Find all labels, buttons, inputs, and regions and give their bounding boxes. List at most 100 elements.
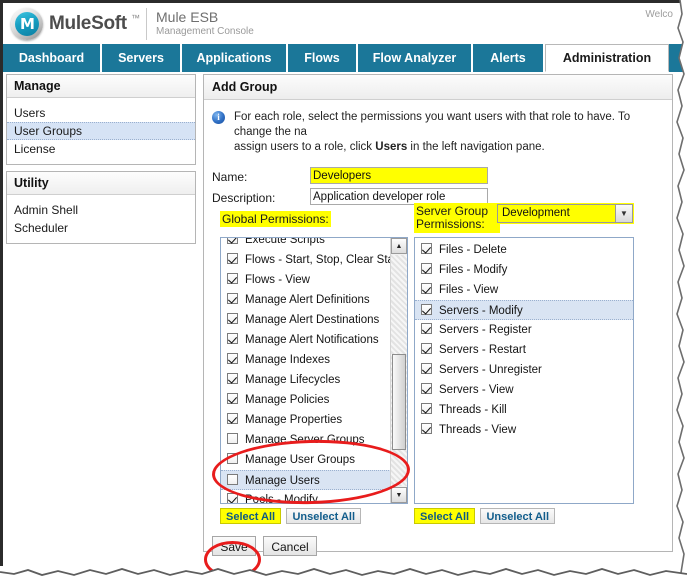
checkbox-unchecked-icon[interactable] (227, 474, 238, 485)
global-permission-item[interactable]: Pools - Modify (221, 490, 391, 503)
checkbox-checked-icon[interactable] (227, 237, 238, 244)
checkbox-checked-icon[interactable] (227, 273, 238, 284)
sidebar-item-user-groups[interactable]: User Groups (7, 122, 195, 140)
checkbox-checked-icon[interactable] (227, 393, 238, 404)
checkbox-checked-icon[interactable] (227, 313, 238, 324)
tab-administration[interactable]: Administration (545, 44, 669, 72)
tab-flows[interactable]: Flows (288, 44, 358, 72)
global-permission-item[interactable]: Flows - Start, Stop, Clear Statist (221, 250, 391, 270)
tab-applications[interactable]: Applications (182, 44, 288, 72)
checkbox-checked-icon[interactable] (227, 493, 238, 503)
global-permission-item-label: Manage Alert Notifications (245, 334, 379, 346)
global-permission-item-label: Manage Lifecycles (245, 374, 340, 386)
checkbox-checked-icon[interactable] (421, 263, 432, 274)
tab-applications-label: Applications (196, 51, 271, 65)
checkbox-checked-icon[interactable] (421, 423, 432, 434)
server-group-permission-item[interactable]: Files - Delete (415, 240, 633, 260)
tab-dashboard[interactable]: Dashboard (3, 44, 102, 72)
checkbox-checked-icon[interactable] (227, 333, 238, 344)
global-permission-item[interactable]: Manage Alert Destinations (221, 310, 391, 330)
checkbox-checked-icon[interactable] (421, 243, 432, 254)
global-permission-item-label: Manage Policies (245, 394, 329, 406)
checkbox-checked-icon[interactable] (227, 413, 238, 424)
name-label: Name: (212, 170, 247, 184)
server-group-unselect-all-button[interactable]: Unselect All (480, 508, 555, 524)
sidebar-item-users-label: Users (14, 106, 45, 120)
global-permission-item[interactable]: Manage User Groups (221, 450, 391, 470)
tab-servers-label: Servers (118, 51, 164, 65)
logo-m-glyph: M (11, 8, 43, 40)
global-permission-item[interactable]: Manage Users (221, 470, 391, 490)
global-permission-item[interactable]: Manage Indexes (221, 350, 391, 370)
tab-servers[interactable]: Servers (102, 44, 182, 72)
checkbox-checked-icon[interactable] (421, 383, 432, 394)
server-group-permission-item[interactable]: Servers - Unregister (415, 360, 633, 380)
checkbox-unchecked-icon[interactable] (227, 453, 238, 464)
global-permissions-list-items: Execute Scripts Flows - Start, Stop, Clea… (221, 237, 391, 503)
checkbox-checked-icon[interactable] (421, 283, 432, 294)
cancel-button[interactable]: Cancel (263, 536, 316, 556)
checkbox-checked-icon[interactable] (227, 253, 238, 264)
server-group-dropdown[interactable]: Development ▼ (496, 203, 634, 224)
global-permissions-scrollbar[interactable]: ▲ ▼ (390, 238, 407, 503)
global-permission-item[interactable]: Manage Alert Definitions (221, 290, 391, 310)
product-name: Mule ESB (156, 9, 218, 25)
tab-flow-analyzer[interactable]: Flow Analyzer (358, 44, 473, 72)
server-group-permission-item[interactable]: Threads - View (415, 420, 633, 440)
global-permission-item[interactable]: Manage Server Groups (221, 430, 391, 450)
global-permissions-list[interactable]: Execute Scripts Flows - Start, Stop, Clea… (220, 237, 408, 504)
info-message-line1: For each role, select the permissions yo… (234, 111, 630, 138)
checkbox-unchecked-icon[interactable] (227, 433, 238, 444)
server-group-permission-item-label: Servers - Restart (439, 344, 526, 356)
server-group-permission-item-label: Files - Modify (439, 264, 507, 276)
server-group-dropdown-inner: Development ▼ (497, 204, 633, 223)
server-group-permission-item[interactable]: Files - Modify (415, 260, 633, 280)
brand-name: MuleSoft (49, 13, 127, 35)
tab-overflow[interactable] (669, 44, 685, 72)
sidebar-item-users[interactable]: Users (7, 104, 195, 122)
server-group-select-all-button[interactable]: Select All (414, 508, 475, 524)
sidebar-item-license[interactable]: License (7, 140, 195, 158)
global-permission-item-label: Flows - Start, Stop, Clear Statist (245, 254, 391, 266)
scroll-down-icon[interactable]: ▼ (391, 487, 407, 503)
tab-alerts[interactable]: Alerts (473, 44, 545, 72)
server-group-permissions-list[interactable]: Files - Delete Files - Modify Files - View… (414, 237, 634, 504)
sidebar-group-manage-title: Manage (7, 75, 195, 98)
global-permission-item[interactable]: Execute Scripts (221, 237, 391, 250)
global-permission-item[interactable]: Manage Properties (221, 410, 391, 430)
checkbox-checked-icon[interactable] (421, 363, 432, 374)
checkbox-checked-icon[interactable] (227, 373, 238, 384)
checkbox-checked-icon[interactable] (227, 293, 238, 304)
global-unselect-all-button[interactable]: Unselect All (286, 508, 361, 524)
server-group-permission-item[interactable]: Files - View (415, 280, 633, 300)
server-group-permission-item-label: Threads - Kill (439, 404, 507, 416)
save-button[interactable]: Save (212, 536, 256, 556)
scrollbar-thumb[interactable] (392, 354, 406, 450)
server-group-permission-item[interactable]: Servers - View (415, 380, 633, 400)
checkbox-checked-icon[interactable] (421, 323, 432, 334)
chevron-down-icon[interactable]: ▼ (615, 205, 632, 222)
checkbox-checked-icon[interactable] (421, 403, 432, 414)
checkbox-checked-icon[interactable] (421, 304, 432, 315)
server-group-permission-item[interactable]: Threads - Kill (415, 400, 633, 420)
name-input[interactable] (310, 167, 488, 184)
global-permission-item[interactable]: Manage Alert Notifications (221, 330, 391, 350)
sidebar-item-admin-shell-label: Admin Shell (14, 203, 78, 217)
server-group-permission-item[interactable]: Servers - Modify (415, 300, 633, 320)
global-permission-item[interactable]: Manage Lifecycles (221, 370, 391, 390)
sidebar-group-manage: Manage Users User Groups License (6, 74, 196, 165)
checkbox-checked-icon[interactable] (421, 343, 432, 354)
checkbox-checked-icon[interactable] (227, 353, 238, 364)
global-permissions-label: Global Permissions: (220, 211, 331, 227)
sidebar-item-scheduler[interactable]: Scheduler (7, 219, 195, 237)
info-message-users-link[interactable]: Users (375, 141, 407, 153)
global-permission-item[interactable]: Manage Policies (221, 390, 391, 410)
server-group-permission-item[interactable]: Servers - Restart (415, 340, 633, 360)
name-row: Name: (212, 167, 672, 188)
scroll-up-icon[interactable]: ▲ (391, 238, 407, 254)
sidebar-item-admin-shell[interactable]: Admin Shell (7, 201, 195, 219)
global-permission-item[interactable]: Flows - View (221, 270, 391, 290)
server-group-permission-item[interactable]: Servers - Register (415, 320, 633, 340)
global-select-all-button[interactable]: Select All (220, 508, 281, 524)
info-message-line2c: in the left navigation pane. (407, 141, 544, 153)
